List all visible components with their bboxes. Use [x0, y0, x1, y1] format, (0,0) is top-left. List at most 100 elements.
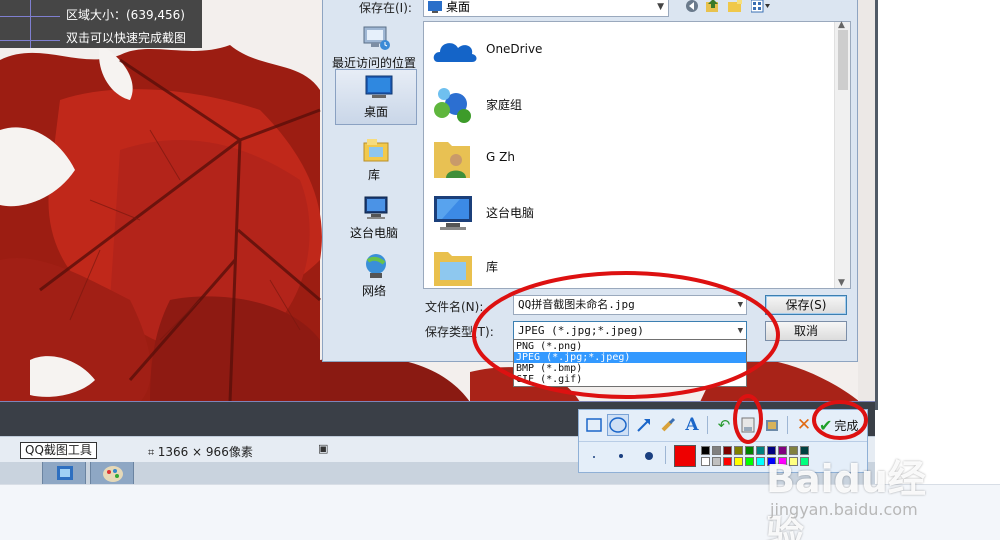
- save-status-icon[interactable]: ▣: [318, 442, 328, 455]
- filetype-select[interactable]: JPEG (*.jpg;*.jpeg) ▼: [513, 321, 747, 341]
- place-this-pc[interactable]: 这台电脑: [327, 191, 421, 247]
- done-label: 完成: [834, 418, 859, 433]
- palette-swatch[interactable]: [701, 446, 710, 455]
- text-icon[interactable]: A: [681, 414, 703, 436]
- filetype-option[interactable]: GIF (*.gif): [514, 374, 746, 385]
- region-info-overlay: 区域大小：(639,456) 双击可以快速完成截图: [0, 0, 202, 48]
- toolbar-separator: [665, 446, 666, 464]
- filetype-dropdown-list[interactable]: PNG (*.png) JPEG (*.jpg;*.jpeg) BMP (*.b…: [513, 339, 747, 387]
- palette-swatch[interactable]: [712, 446, 721, 455]
- place-label: 网络: [361, 284, 386, 298]
- filename-input[interactable]: QQ拼音截图未命名.jpg ▼: [513, 295, 747, 315]
- save-as-dialog: 保存在(I): 桌面 ▼ 最近访问的位置 桌面 库 这台电脑 网络 OneDri…: [322, 0, 858, 362]
- filetype-option-selected[interactable]: JPEG (*.jpg;*.jpeg): [514, 352, 746, 363]
- palette-swatch[interactable]: [745, 457, 754, 466]
- image-size-value: 1366 × 966像素: [157, 445, 253, 459]
- filename-label: 文件名(N):: [425, 300, 484, 314]
- place-libraries[interactable]: 库: [327, 133, 421, 189]
- libraries-folder-icon: [434, 252, 472, 286]
- file-item[interactable]: 这台电脑: [430, 186, 830, 242]
- palette-swatch[interactable]: [734, 446, 743, 455]
- palette-swatch[interactable]: [723, 457, 732, 466]
- tool-tooltip: QQ截图工具: [20, 442, 97, 459]
- file-item[interactable]: 库: [430, 240, 830, 296]
- save-button[interactable]: 保存(S): [765, 295, 847, 315]
- filetype-label: 保存类型(T):: [425, 325, 494, 339]
- recent-places-icon: [363, 26, 390, 50]
- save-in-combo[interactable]: 桌面 ▼: [423, 0, 669, 17]
- computer-icon: [364, 196, 388, 219]
- chevron-down-icon[interactable]: ▼: [657, 0, 664, 16]
- places-bar: 最近访问的位置 桌面 库 这台电脑 网络: [327, 21, 421, 301]
- filetype-option[interactable]: PNG (*.png): [514, 341, 746, 352]
- arrow-icon[interactable]: [633, 414, 655, 436]
- scroll-down-icon[interactable]: ▼: [838, 278, 845, 288]
- toolbar-separator: [707, 416, 708, 434]
- file-label: 这台电脑: [486, 206, 535, 220]
- new-folder-icon[interactable]: [727, 0, 743, 17]
- right-divider: [875, 0, 878, 410]
- place-label: 桌面: [363, 105, 388, 119]
- onedrive-icon: [433, 43, 477, 62]
- region-size-text: 区域大小：(639,456): [66, 8, 185, 22]
- right-page-area: [875, 0, 1000, 484]
- place-label: 这台电脑: [349, 226, 398, 240]
- brush-icon[interactable]: [657, 414, 679, 436]
- file-list[interactable]: OneDrive 家庭组 G Zh 这台电脑 库 ▲ ▼: [423, 20, 851, 289]
- network-icon: [366, 254, 386, 278]
- palette-swatch[interactable]: [712, 457, 721, 466]
- file-item[interactable]: OneDrive: [430, 24, 830, 80]
- done-icon: ✔: [819, 415, 833, 435]
- chevron-down-icon[interactable]: ▼: [738, 296, 743, 314]
- done-button[interactable]: ✔ 完成: [819, 414, 871, 436]
- chevron-down-icon[interactable]: ▼: [738, 322, 743, 340]
- screenshot-stage: 区域大小：(639,456) 双击可以快速完成截图 保存在(I): 桌面 ▼ 最…: [0, 0, 1000, 540]
- image-size-text: ⌗ 1366 × 966像素: [148, 443, 253, 460]
- brush-size-small[interactable]: [593, 456, 595, 458]
- cancel-button[interactable]: 取消: [765, 321, 847, 341]
- libraries-icon: [363, 139, 389, 162]
- place-desktop[interactable]: 桌面: [335, 69, 417, 125]
- file-label: 库: [486, 260, 499, 274]
- watermark-url: jingyan.baidu.com: [770, 500, 918, 519]
- file-label: G Zh: [486, 150, 515, 164]
- file-list-scrollbar[interactable]: ▲ ▼: [834, 20, 850, 288]
- palette-swatch[interactable]: [745, 446, 754, 455]
- double-click-hint: 双击可以快速完成截图: [66, 31, 187, 45]
- toolbar-tools-row: A ↶ ✕ ✔ 完成: [579, 410, 867, 440]
- palette-swatch[interactable]: [723, 446, 732, 455]
- save-in-value: 桌面: [446, 0, 471, 14]
- undo-icon[interactable]: ↶: [713, 414, 735, 436]
- place-label: 库: [367, 168, 380, 182]
- palette-swatch[interactable]: [734, 457, 743, 466]
- baidu-watermark: Baidu经验 jingyan.baidu.com: [756, 438, 956, 540]
- brush-size-large[interactable]: [645, 452, 653, 460]
- palette-swatch[interactable]: [701, 457, 710, 466]
- position-grid: [0, 0, 60, 48]
- brush-size-medium[interactable]: [619, 454, 623, 458]
- scroll-up-icon[interactable]: ▲: [838, 20, 845, 30]
- save-icon[interactable]: [737, 414, 759, 436]
- file-item[interactable]: G Zh: [430, 132, 830, 188]
- desktop-small-icon: [428, 1, 442, 13]
- current-color-swatch[interactable]: [674, 445, 696, 467]
- back-icon[interactable]: [685, 0, 699, 17]
- cancel-icon[interactable]: ✕: [793, 414, 815, 436]
- view-menu-icon[interactable]: [750, 0, 771, 17]
- up-folder-icon[interactable]: [705, 0, 721, 17]
- ellipse-icon[interactable]: [607, 414, 629, 436]
- taskbar-app-icon[interactable]: [42, 462, 86, 484]
- file-item[interactable]: 家庭组: [430, 78, 830, 134]
- scroll-thumb[interactable]: [838, 30, 848, 90]
- copy-icon[interactable]: [761, 414, 783, 436]
- save-in-row: 保存在(I): 桌面 ▼: [323, 0, 857, 19]
- filename-value: QQ拼音截图未命名.jpg: [518, 298, 635, 311]
- rectangle-icon[interactable]: [583, 414, 605, 436]
- place-network[interactable]: 网络: [327, 249, 421, 305]
- filetype-option[interactable]: BMP (*.bmp): [514, 363, 746, 374]
- watermark-logo: Baidu经验: [766, 457, 926, 540]
- computer-icon: [434, 196, 472, 230]
- taskbar-paint-icon[interactable]: [90, 462, 134, 484]
- save-in-label: 保存在(I):: [359, 1, 412, 15]
- toolbar-separator: [787, 416, 788, 434]
